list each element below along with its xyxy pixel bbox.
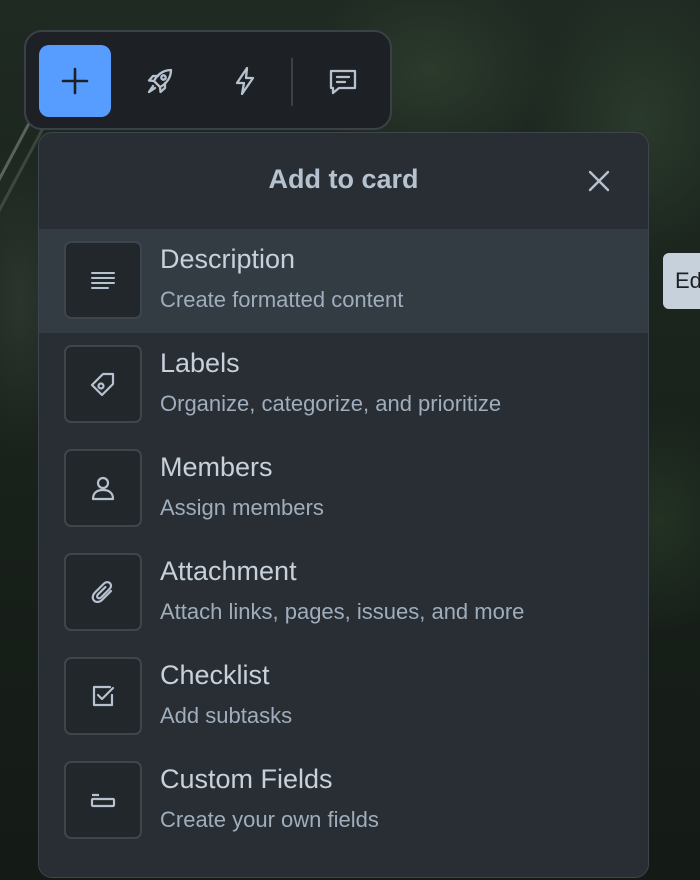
automation-button[interactable] — [209, 45, 281, 117]
add-to-card-popover: Add to card Description Create formatted… — [38, 132, 649, 878]
item-icon-box — [64, 657, 142, 735]
menu-item-checklist[interactable]: Checklist Add subtasks — [39, 645, 648, 749]
menu-item-members[interactable]: Members Assign members — [39, 437, 648, 541]
edit-tab[interactable]: Ed — [663, 253, 700, 309]
rocket-icon — [147, 68, 173, 94]
item-icon-box — [64, 553, 142, 631]
bolt-icon — [235, 66, 255, 96]
item-description: Assign members — [160, 495, 324, 520]
item-title: Labels — [160, 348, 240, 378]
tag-icon — [90, 372, 115, 397]
toolbar-divider — [291, 58, 293, 106]
item-title: Checklist — [160, 660, 270, 690]
item-icon-box — [64, 241, 142, 319]
close-button[interactable] — [579, 161, 619, 201]
item-title: Attachment — [160, 556, 297, 586]
item-icon-box — [64, 449, 142, 527]
comment-icon — [329, 69, 357, 95]
person-icon — [91, 476, 115, 501]
card-toolbar — [24, 30, 392, 130]
item-title: Description — [160, 244, 296, 274]
checkbox-icon — [92, 685, 115, 707]
rocket-button[interactable] — [124, 45, 196, 117]
item-title: Members — [160, 452, 273, 482]
menu-item-attachment[interactable]: Attachment Attach links, pages, issues, … — [39, 541, 648, 645]
custom-field-icon — [90, 793, 116, 808]
close-icon — [588, 170, 610, 192]
paperclip-icon — [91, 581, 113, 604]
description-icon — [91, 272, 115, 289]
plus-icon — [61, 67, 89, 95]
add-button[interactable] — [39, 45, 111, 117]
popover-title: Add to card — [268, 164, 419, 194]
item-description: Organize, categorize, and prioritize — [160, 391, 502, 416]
item-description: Add subtasks — [160, 703, 293, 728]
menu-item-custom-fields[interactable]: Custom Fields Create your own fields — [39, 749, 648, 853]
comment-button[interactable] — [307, 45, 379, 117]
item-description: Create formatted content — [160, 287, 404, 312]
item-title: Custom Fields — [160, 764, 333, 794]
item-icon-box — [64, 761, 142, 839]
menu-item-labels[interactable]: Labels Organize, categorize, and priorit… — [39, 333, 648, 437]
item-description: Attach links, pages, issues, and more — [160, 599, 525, 624]
item-icon-box — [64, 345, 142, 423]
menu-item-description[interactable]: Description Create formatted content — [39, 229, 648, 333]
item-description: Create your own fields — [160, 807, 379, 832]
